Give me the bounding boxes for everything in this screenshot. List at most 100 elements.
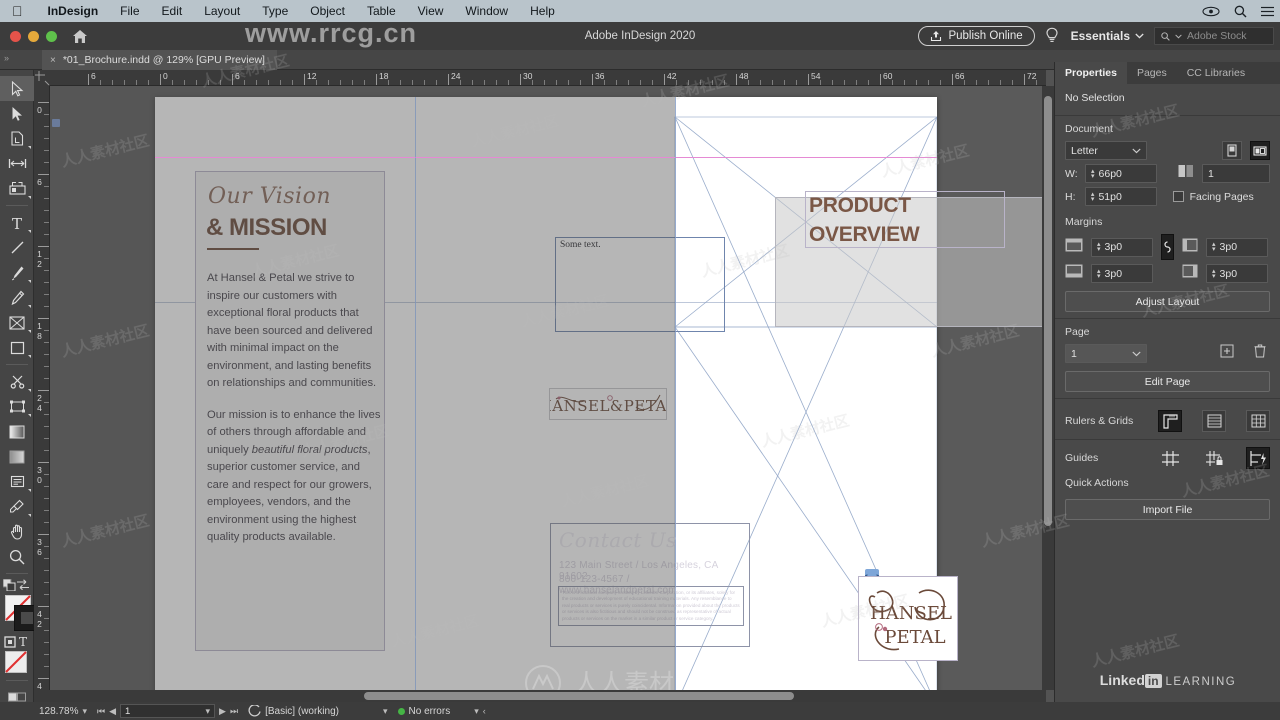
tab-properties[interactable]: Properties — [1055, 62, 1127, 84]
chevron-down-icon[interactable]: ▾ — [82, 706, 87, 717]
vision-mission-panel[interactable]: Our Vision & MISSION At Hansel & Petal w… — [195, 171, 385, 651]
frame-tool[interactable] — [0, 310, 34, 335]
page-spread[interactable]: Our Vision & MISSION At Hansel & Petal w… — [155, 97, 1045, 702]
horizontal-scrollbar[interactable] — [34, 690, 1046, 702]
guide-handle[interactable] — [52, 119, 60, 127]
rectangle-tool[interactable] — [0, 335, 34, 360]
checkbox-box[interactable] — [1172, 191, 1184, 202]
page-tool[interactable] — [0, 126, 34, 151]
format-affects-container-icon[interactable] — [4, 635, 17, 648]
gap-tool[interactable] — [0, 151, 34, 176]
search-icon[interactable] — [1234, 5, 1247, 18]
margin-right-stepper[interactable]: ▴ ▾ — [1212, 268, 1216, 280]
maximize-window-button[interactable] — [46, 30, 57, 42]
tab-pages[interactable]: Pages — [1127, 62, 1177, 84]
menu-table[interactable]: Table — [356, 0, 407, 22]
apple-logo-icon[interactable]:  — [12, 4, 23, 18]
preflight-status[interactable]: [Basic] (working) ▾ — [243, 702, 392, 720]
tool-flyout-caret[interactable] — [28, 305, 31, 308]
page-number-input[interactable]: 1 ▾ — [120, 704, 216, 718]
tool-flyout-caret[interactable] — [28, 489, 31, 492]
tool-flyout-caret[interactable] — [28, 196, 31, 199]
collapse-status-icon[interactable]: ‹ — [483, 706, 486, 716]
tool-flyout-caret[interactable] — [28, 514, 31, 517]
tool-flyout-caret[interactable] — [28, 280, 31, 283]
hansel-petal-logo-horizontal[interactable]: HANSEL&PETAL — [539, 388, 677, 420]
default-colors-icon[interactable] — [3, 579, 16, 591]
margin-top-stepper[interactable]: ▴ ▾ — [1097, 241, 1101, 253]
width-stepper[interactable]: ▴ ▾ — [1091, 168, 1095, 180]
swap-arrows-icon[interactable] — [16, 579, 30, 591]
scissors-tool[interactable] — [0, 369, 34, 394]
selection-tool[interactable] — [0, 76, 34, 101]
margin-left-input[interactable]: ▴ ▾ 3p0 — [1206, 237, 1268, 257]
horizontal-ruler[interactable]: 6 0 6 12 18 24 30 36 42 48 54 60 66 72 — [34, 70, 1046, 86]
publish-online-button[interactable]: Publish Online — [918, 26, 1035, 46]
smart-guides-icon[interactable] — [1246, 447, 1270, 469]
chevron-down-icon[interactable]: ▾ — [206, 706, 211, 717]
show-guides-icon[interactable] — [1158, 447, 1182, 469]
lock-guides-icon[interactable] — [1202, 447, 1226, 469]
vertical-ruler[interactable]: 0612182430364248 — [34, 86, 50, 702]
add-page-icon[interactable] — [1220, 344, 1234, 363]
next-page-icon[interactable]: ▶ — [219, 706, 226, 717]
margin-right-input[interactable]: ▴ ▾ 3p0 — [1206, 264, 1268, 283]
facing-pages-checkbox[interactable]: Facing Pages — [1172, 191, 1270, 203]
edit-page-button[interactable]: Edit Page — [1065, 371, 1270, 392]
eye-icon[interactable] — [1202, 6, 1220, 17]
document-canvas[interactable]: Our Vision & MISSION At Hansel & Petal w… — [50, 86, 1046, 702]
import-file-button[interactable]: Import File — [1065, 499, 1270, 520]
margin-left-stepper[interactable]: ▴ ▾ — [1212, 241, 1216, 253]
close-window-button[interactable] — [10, 30, 21, 42]
document-tab[interactable]: × *01_Brochure.indd @ 129% [GPU Preview] — [42, 50, 277, 70]
page-size-dropdown[interactable]: Letter — [1065, 141, 1147, 160]
margin-bottom-stepper[interactable]: ▴ ▾ — [1097, 268, 1101, 280]
lightbulb-icon[interactable] — [1045, 27, 1061, 45]
margin-bottom-input[interactable]: ▴ ▾ 3p0 — [1091, 264, 1153, 283]
orientation-landscape-icon[interactable] — [1250, 141, 1270, 160]
expand-toolbar-icon[interactable]: » — [4, 53, 9, 63]
tab-cc-libraries[interactable]: CC Libraries — [1177, 62, 1255, 84]
menu-indesign[interactable]: InDesign — [37, 0, 110, 22]
link-margins-icon[interactable] — [1161, 234, 1174, 260]
show-rulers-icon[interactable] — [1158, 410, 1182, 432]
orientation-portrait-icon[interactable] — [1222, 141, 1242, 160]
gradient-feather-tool[interactable] — [0, 444, 34, 469]
content-collector-tool[interactable] — [0, 176, 34, 201]
minimize-window-button[interactable] — [28, 30, 39, 42]
contact-panel[interactable]: Contact Us 123 Main Street / Los Angeles… — [550, 523, 750, 647]
pages-count-input[interactable]: 1 — [1202, 164, 1270, 183]
height-stepper[interactable]: ▴ ▾ — [1091, 191, 1095, 203]
home-icon[interactable] — [71, 27, 89, 45]
scrollbar-thumb[interactable] — [364, 692, 794, 700]
tool-flyout-caret[interactable] — [28, 414, 31, 417]
menu-type[interactable]: Type — [251, 0, 299, 22]
errors-status[interactable]: No errors ▾ ‹ — [393, 702, 491, 720]
note-tool[interactable] — [0, 469, 34, 494]
hand-tool[interactable] — [0, 519, 34, 544]
width-input[interactable]: ▴ ▾ 66p0 — [1085, 164, 1157, 183]
document-grid-icon[interactable] — [1246, 410, 1270, 432]
workspace-switcher[interactable]: Essentials — [1071, 29, 1144, 43]
chevron-down-icon[interactable]: ▾ — [474, 706, 479, 717]
menu-edit[interactable]: Edit — [151, 0, 194, 22]
menu-file[interactable]: File — [109, 0, 150, 22]
gradient-swatch-tool[interactable] — [0, 419, 34, 444]
zoom-tool[interactable] — [0, 544, 34, 569]
menu-help[interactable]: Help — [519, 0, 566, 22]
adjust-layout-button[interactable]: Adjust Layout — [1065, 291, 1270, 312]
chevron-down-icon[interactable]: ▾ — [383, 706, 388, 717]
first-page-icon[interactable]: ⏮ — [97, 706, 105, 717]
tool-flyout-caret[interactable] — [28, 230, 31, 233]
trash-icon[interactable] — [1254, 344, 1266, 363]
baseline-grid-icon[interactable] — [1202, 410, 1226, 432]
tool-flyout-caret[interactable] — [28, 355, 31, 358]
tool-flyout-caret[interactable] — [28, 330, 31, 333]
hansel-petal-logo-stacked[interactable]: HANSEL PETAL — [858, 576, 958, 661]
menu-window[interactable]: Window — [454, 0, 519, 22]
pen-tool[interactable] — [0, 260, 34, 285]
eyedropper-tool[interactable] — [0, 494, 34, 519]
margin-top-input[interactable]: ▴ ▾ 3p0 — [1091, 237, 1153, 257]
pencil-tool[interactable] — [0, 285, 34, 310]
menu-view[interactable]: View — [407, 0, 455, 22]
